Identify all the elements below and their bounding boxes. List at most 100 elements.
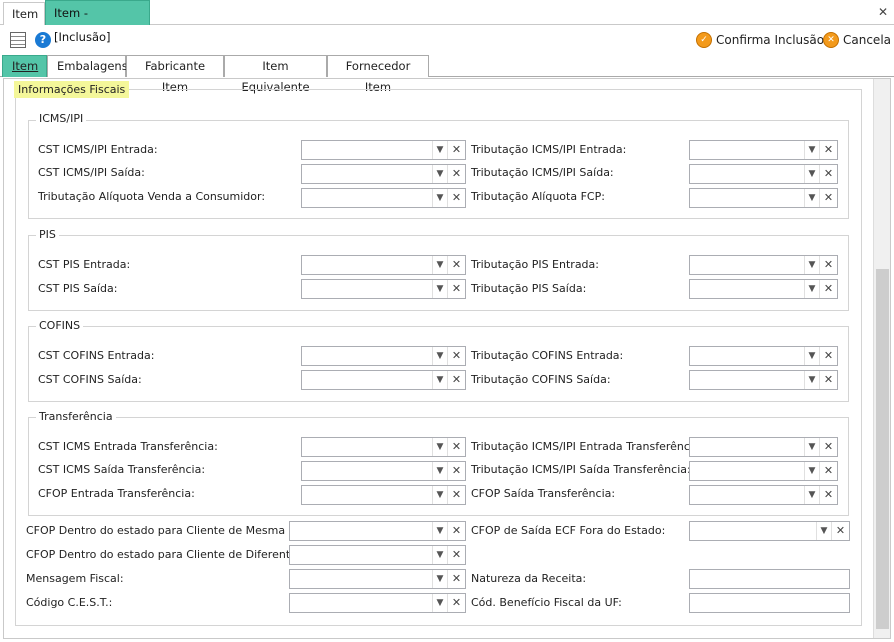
label-cst-icms-saida: CST ICMS/IPI Saída:: [38, 166, 145, 179]
clear-icon[interactable]: ✕: [447, 486, 465, 504]
select-cest[interactable]: ▼ ✕: [289, 593, 466, 613]
chevron-down-icon[interactable]: ▼: [432, 280, 447, 298]
select-trib-icms-saida-transf[interactable]: ▼ ✕: [689, 461, 838, 481]
select-trib-aliquota-consumidor[interactable]: ▼ ✕: [301, 188, 466, 208]
input-beneficio-fiscal[interactable]: [689, 593, 850, 613]
chevron-down-icon[interactable]: ▼: [804, 486, 819, 504]
tab-item-equivalente[interactable]: Item Equivalente: [224, 55, 327, 94]
chevron-down-icon[interactable]: ▼: [804, 165, 819, 183]
clear-icon[interactable]: ✕: [447, 462, 465, 480]
clear-icon[interactable]: ✕: [447, 141, 465, 159]
chevron-down-icon[interactable]: ▼: [432, 486, 447, 504]
clear-icon[interactable]: ✕: [819, 256, 837, 274]
select-cst-icms-entrada-transf[interactable]: ▼ ✕: [301, 437, 466, 457]
chevron-down-icon[interactable]: ▼: [432, 141, 447, 159]
clear-icon[interactable]: ✕: [447, 522, 465, 540]
select-cst-cofins-entrada[interactable]: ▼ ✕: [301, 346, 466, 366]
clear-icon[interactable]: ✕: [447, 546, 465, 564]
clear-icon[interactable]: ✕: [819, 165, 837, 183]
select-cst-icms-entrada[interactable]: ▼ ✕: [301, 140, 466, 160]
label-trib-icms-entrada: Tributação ICMS/IPI Entrada:: [471, 143, 627, 156]
chevron-down-icon[interactable]: ▼: [432, 570, 447, 588]
select-cfop-entrada-transf[interactable]: ▼ ✕: [301, 485, 466, 505]
select-cst-icms-saida[interactable]: ▼ ✕: [301, 164, 466, 184]
select-trib-icms-entrada[interactable]: ▼ ✕: [689, 140, 838, 160]
scrollbar-thumb[interactable]: [876, 269, 889, 629]
grid-icon[interactable]: [10, 32, 26, 48]
select-trib-cofins-entrada[interactable]: ▼ ✕: [689, 346, 838, 366]
select-cfop-diferente-uf[interactable]: ▼ ✕: [289, 545, 466, 565]
chevron-down-icon[interactable]: ▼: [804, 189, 819, 207]
clear-icon[interactable]: ✕: [447, 570, 465, 588]
label-cst-icms-saida-transf: CST ICMS Saída Transferência:: [38, 463, 206, 476]
chevron-down-icon[interactable]: ▼: [432, 546, 447, 564]
clear-icon[interactable]: ✕: [447, 280, 465, 298]
chevron-down-icon[interactable]: ▼: [804, 371, 819, 389]
clear-icon[interactable]: ✕: [819, 347, 837, 365]
select-cfop-saida-transf[interactable]: ▼ ✕: [689, 485, 838, 505]
confirm-button[interactable]: ✓ Confirma Inclusão: [696, 31, 824, 49]
chevron-down-icon[interactable]: ▼: [432, 371, 447, 389]
tab-embalagens[interactable]: Embalagens: [47, 55, 128, 77]
chevron-down-icon[interactable]: ▼: [804, 256, 819, 274]
clear-icon[interactable]: ✕: [447, 438, 465, 456]
clear-icon[interactable]: ✕: [819, 189, 837, 207]
help-icon[interactable]: ?: [35, 32, 51, 48]
tab-fornecedor-item[interactable]: Fornecedor Item: [327, 55, 429, 94]
select-cst-pis-saida[interactable]: ▼ ✕: [301, 279, 466, 299]
label-cst-icms-entrada-transf: CST ICMS Entrada Transferência:: [38, 440, 218, 453]
clear-icon[interactable]: ✕: [819, 486, 837, 504]
chevron-down-icon[interactable]: ▼: [804, 347, 819, 365]
chevron-down-icon[interactable]: ▼: [432, 165, 447, 183]
chevron-down-icon[interactable]: ▼: [804, 141, 819, 159]
select-cst-pis-entrada[interactable]: ▼ ✕: [301, 255, 466, 275]
clear-icon[interactable]: ✕: [819, 141, 837, 159]
chevron-down-icon[interactable]: ▼: [804, 462, 819, 480]
select-trib-pis-saida[interactable]: ▼ ✕: [689, 279, 838, 299]
chevron-down-icon[interactable]: ▼: [432, 438, 447, 456]
clear-icon[interactable]: ✕: [447, 594, 465, 612]
clear-icon[interactable]: ✕: [819, 462, 837, 480]
doc-tab-item[interactable]: Item: [3, 2, 45, 25]
clear-icon[interactable]: ✕: [447, 165, 465, 183]
chevron-down-icon[interactable]: ▼: [432, 256, 447, 274]
label-cfop-diferente-uf: CFOP Dentro do estado para Cliente de Di…: [26, 548, 318, 561]
clear-icon[interactable]: ✕: [447, 347, 465, 365]
chevron-down-icon[interactable]: ▼: [804, 438, 819, 456]
input-natureza-receita[interactable]: [689, 569, 850, 589]
clear-icon[interactable]: ✕: [447, 371, 465, 389]
select-trib-aliquota-fcp[interactable]: ▼ ✕: [689, 188, 838, 208]
label-beneficio-fiscal: Cód. Benefício Fiscal da UF:: [471, 596, 622, 609]
select-cfop-mesma-uf[interactable]: ▼ ✕: [289, 521, 466, 541]
chevron-down-icon[interactable]: ▼: [816, 522, 831, 540]
select-cfop-ecf[interactable]: ▼ ✕: [689, 521, 850, 541]
vertical-scrollbar[interactable]: [873, 79, 890, 638]
chevron-down-icon[interactable]: ▼: [432, 594, 447, 612]
select-trib-icms-saida[interactable]: ▼ ✕: [689, 164, 838, 184]
clear-icon[interactable]: ✕: [831, 522, 849, 540]
label-cfop-saida-transf: CFOP Saída Transferência:: [471, 487, 616, 500]
clear-icon[interactable]: ✕: [819, 280, 837, 298]
cancel-button[interactable]: ✕ Cancela: [823, 31, 891, 49]
close-icon[interactable]: ✕: [878, 5, 888, 19]
select-trib-cofins-saida[interactable]: ▼ ✕: [689, 370, 838, 390]
select-mensagem-fiscal[interactable]: ▼ ✕: [289, 569, 466, 589]
tab-fabricante-item[interactable]: Fabricante Item: [126, 55, 224, 94]
chevron-down-icon[interactable]: ▼: [432, 189, 447, 207]
select-trib-icms-entrada-transf[interactable]: ▼ ✕: [689, 437, 838, 457]
clear-icon[interactable]: ✕: [819, 371, 837, 389]
select-cst-cofins-saida[interactable]: ▼ ✕: [301, 370, 466, 390]
chevron-down-icon[interactable]: ▼: [432, 522, 447, 540]
chevron-down-icon[interactable]: ▼: [804, 280, 819, 298]
tab-item[interactable]: Item: [2, 55, 47, 77]
clear-icon[interactable]: ✕: [447, 189, 465, 207]
chevron-down-icon[interactable]: ▼: [432, 462, 447, 480]
chevron-down-icon[interactable]: ▼: [432, 347, 447, 365]
clear-icon[interactable]: ✕: [447, 256, 465, 274]
toolbar: ? ✓ Confirma Inclusão ✕ Cancela: [0, 26, 894, 54]
select-trib-pis-entrada[interactable]: ▼ ✕: [689, 255, 838, 275]
doc-tab-item-inclusao[interactable]: Item - [Inclusão]: [45, 0, 150, 44]
page-tab-bar: Item Embalagens Fabricante Item Item Equ…: [0, 54, 894, 94]
select-cst-icms-saida-transf[interactable]: ▼ ✕: [301, 461, 466, 481]
clear-icon[interactable]: ✕: [819, 438, 837, 456]
